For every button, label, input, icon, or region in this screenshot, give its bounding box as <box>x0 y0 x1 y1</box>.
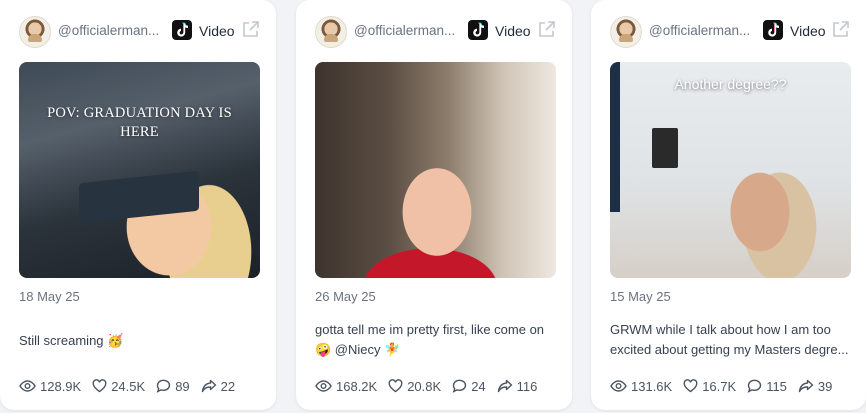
external-link-icon[interactable] <box>831 20 850 39</box>
comments-count: 89 <box>175 378 190 394</box>
thumbnail-overlay-text: POV: GRADUATION DAY IS HERE <box>47 105 232 140</box>
comments-stat: 24 <box>452 378 486 394</box>
eye-icon <box>610 380 627 392</box>
shares-stat: 22 <box>201 379 235 394</box>
tiktok-icon <box>468 20 488 40</box>
eye-icon <box>19 380 36 392</box>
caption-line: excited about getting my Masters degre..… <box>610 342 849 357</box>
post-date: 15 May 25 <box>610 289 671 304</box>
avatar[interactable] <box>610 16 642 48</box>
external-link-icon[interactable] <box>241 20 260 39</box>
eye-icon <box>315 380 332 392</box>
thumbnail-overlay-text: Another degree?? <box>674 76 787 92</box>
post-caption: gotta tell me im pretty first, like come… <box>315 320 556 360</box>
comments-stat: 89 <box>156 378 190 394</box>
post-stats: 168.2K 20.8K 24 116 <box>315 376 562 396</box>
post-stats: 128.9K 24.5K 89 22 <box>19 376 266 396</box>
views-count: 128.9K <box>40 378 82 394</box>
tiktok-icon <box>172 20 192 40</box>
views-stat: 131.6K <box>610 379 672 394</box>
external-link-icon[interactable] <box>537 20 556 39</box>
likes-stat: 20.8K <box>388 379 441 394</box>
post-date: 18 May 25 <box>19 289 80 304</box>
post-caption: GRWM while I talk about how I am too exc… <box>610 320 850 360</box>
platform-label: Video <box>790 23 826 39</box>
tiktok-icon <box>763 20 783 40</box>
caption-line: GRWM while I talk about how I am too <box>610 322 831 337</box>
heart-icon <box>92 379 107 393</box>
share-icon <box>798 379 814 393</box>
likes-count: 24.5K <box>111 378 146 394</box>
post-caption: Still screaming 🥳 <box>19 331 260 351</box>
shares-count: 39 <box>817 378 833 394</box>
likes-stat: 24.5K <box>92 379 145 394</box>
avatar[interactable] <box>19 16 51 48</box>
shares-stat: 39 <box>798 379 832 394</box>
shares-stat: 116 <box>497 378 538 394</box>
views-stat: 168.2K <box>315 379 377 394</box>
video-thumbnail[interactable]: POV: GRADUATION DAY IS HERE <box>19 62 260 278</box>
comment-icon <box>747 379 762 393</box>
share-icon <box>201 379 216 393</box>
comment-icon <box>452 379 467 393</box>
video-thumbnail[interactable]: Another degree?? <box>610 62 851 278</box>
views-stat: 128.9K <box>19 379 81 394</box>
post-stats: 131.6K 16.7K 115 39 <box>610 376 856 396</box>
post-card[interactable]: @officialerman... Video POV: GRADUATION … <box>0 0 276 410</box>
views-count: 131.6K <box>631 378 673 394</box>
post-header: @officialerman... Video <box>610 16 850 48</box>
post-card[interactable]: @officialerman... Video 26 May 25 gotta … <box>296 0 572 410</box>
heart-icon <box>388 379 403 393</box>
post-date: 26 May 25 <box>315 289 376 304</box>
comments-count: 115 <box>766 378 787 394</box>
platform-label: Video <box>495 23 531 39</box>
share-icon <box>497 379 512 393</box>
avatar[interactable] <box>315 16 347 48</box>
username[interactable]: @officialerman... <box>649 23 757 38</box>
heart-icon <box>683 379 698 393</box>
shares-count: 116 <box>516 378 538 394</box>
post-card[interactable]: @officialerman... Video Another degree??… <box>591 0 866 410</box>
post-header: @officialerman... Video <box>19 16 260 48</box>
caption-line: gotta tell me im pretty first, like come… <box>315 322 545 337</box>
comments-stat: 115 <box>747 379 787 394</box>
video-thumbnail[interactable] <box>315 62 556 278</box>
likes-stat: 16.7K <box>683 379 736 394</box>
comment-icon <box>156 379 171 393</box>
post-header: @officialerman... Video <box>315 16 556 48</box>
comments-count: 24 <box>471 378 486 394</box>
views-count: 168.2K <box>336 378 378 394</box>
username[interactable]: @officialerman... <box>58 23 166 38</box>
likes-count: 20.8K <box>407 378 442 394</box>
likes-count: 16.7K <box>702 378 737 394</box>
platform-label: Video <box>199 23 235 39</box>
username[interactable]: @officialerman... <box>354 23 462 38</box>
shares-count: 22 <box>220 378 236 394</box>
caption-line: 🤪 @Niecy 🧚 <box>315 342 401 357</box>
caption-line: Still screaming 🥳 <box>19 333 124 348</box>
